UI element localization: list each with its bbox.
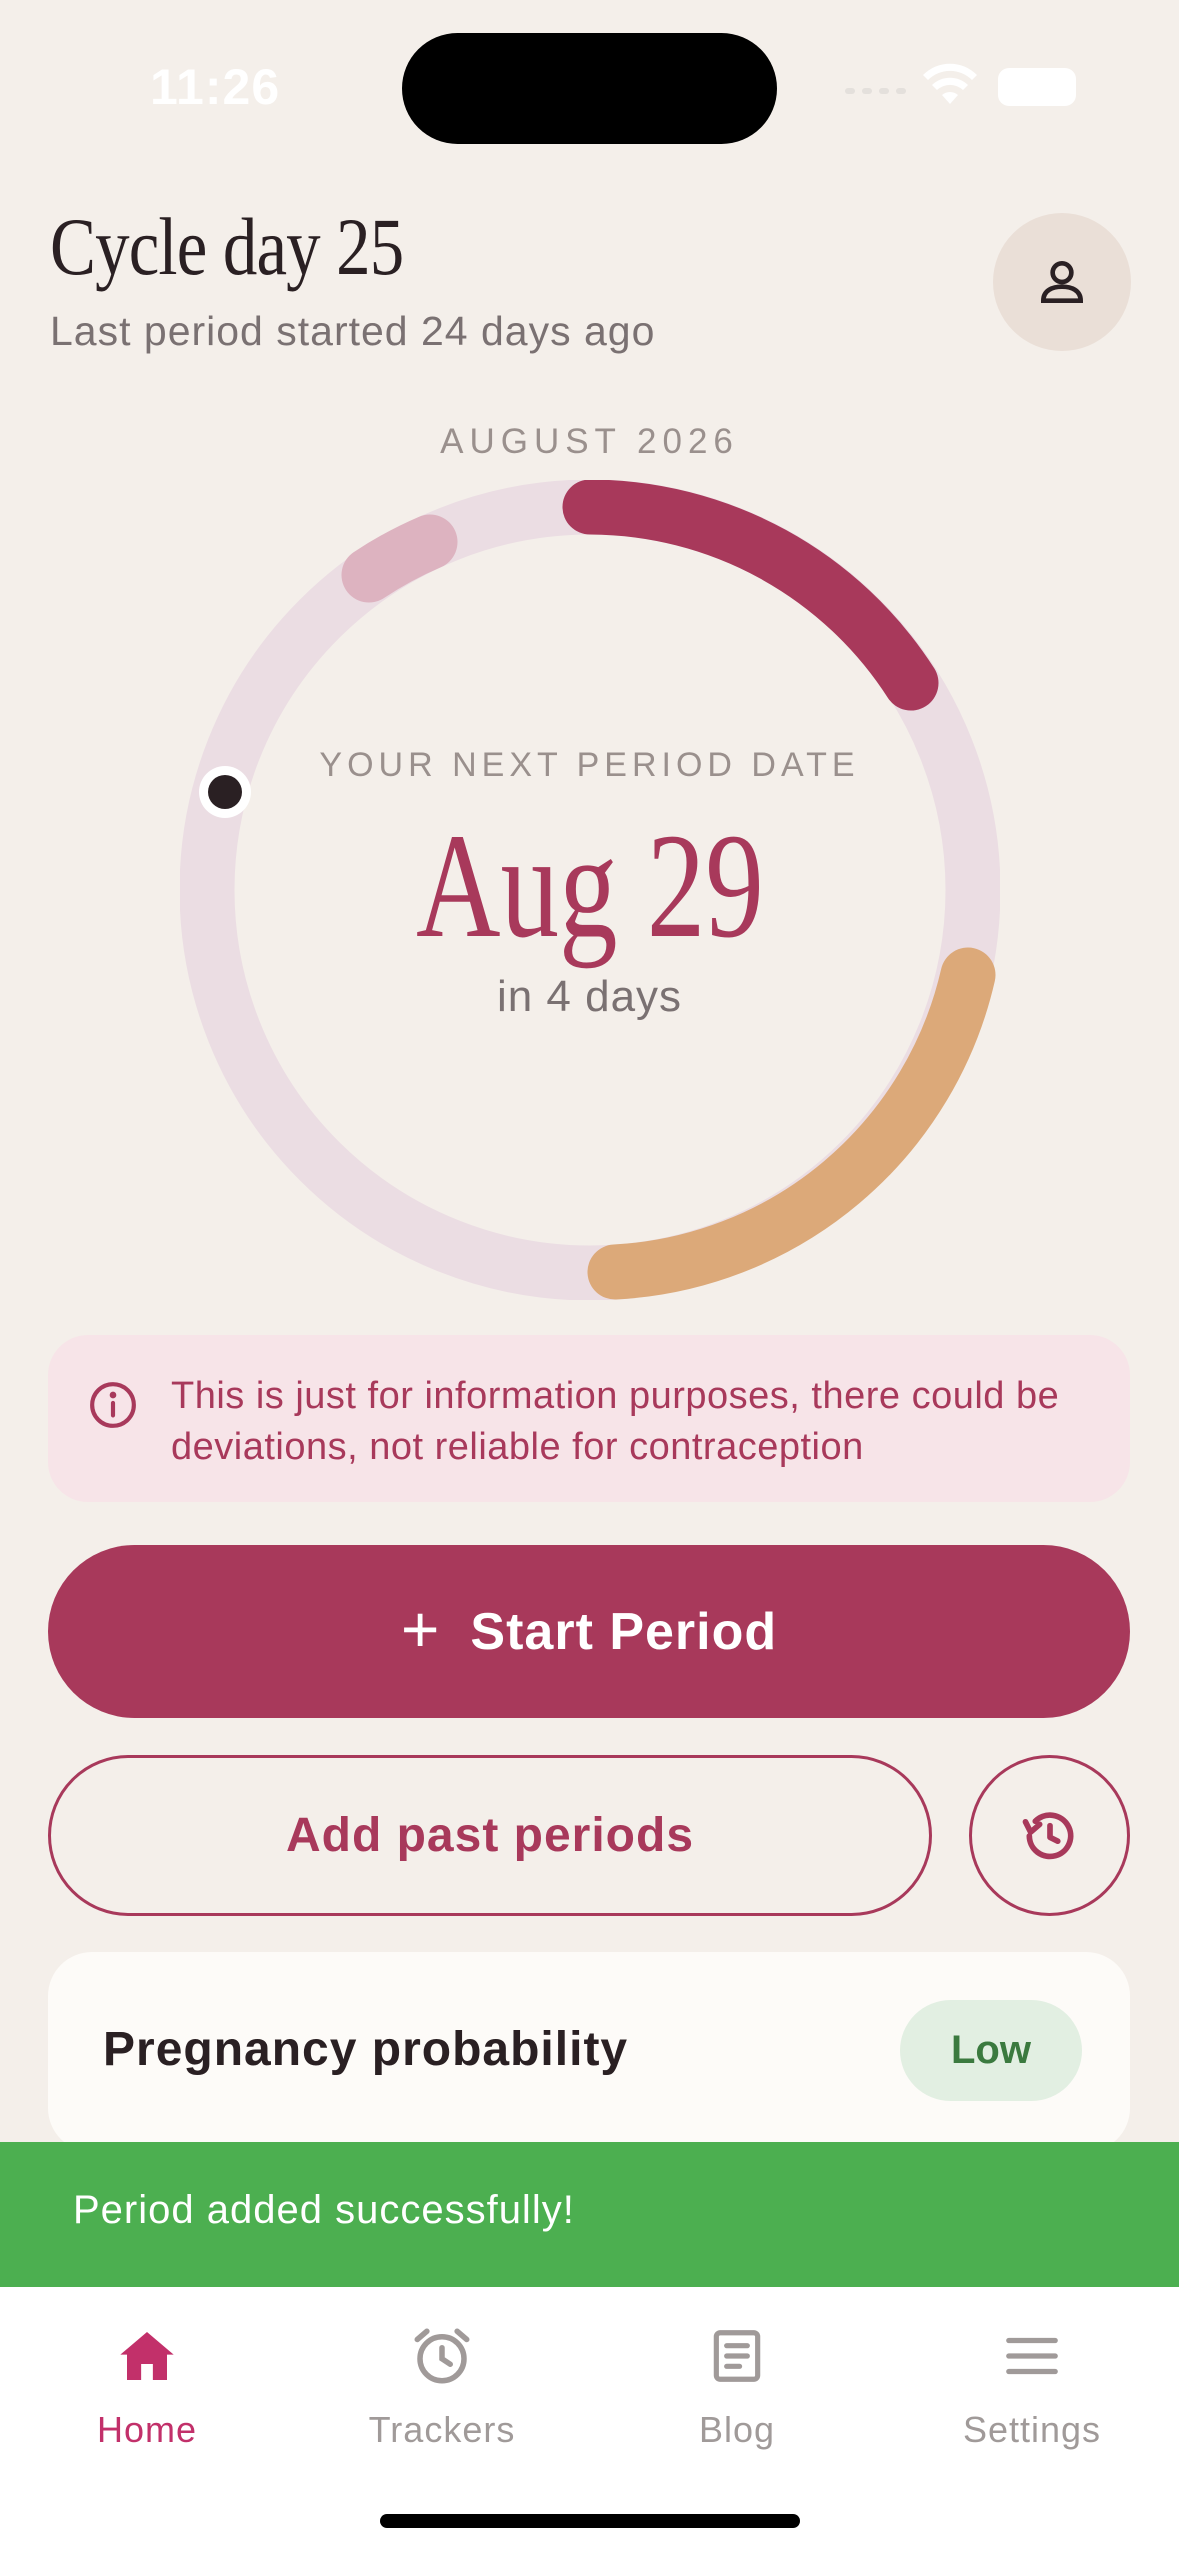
- tab-settings[interactable]: Settings: [912, 2317, 1152, 2451]
- history-button[interactable]: [969, 1755, 1130, 1916]
- add-past-periods-label: Add past periods: [285, 1809, 695, 1862]
- days-until-period: in 4 days: [496, 972, 683, 1021]
- info-icon: [90, 1382, 136, 1428]
- pregnancy-probability-title: Pregnancy probability: [103, 2023, 629, 2076]
- past-period-arc: [341, 514, 458, 603]
- menu-icon: [1006, 2337, 1058, 2375]
- tab-blog[interactable]: Blog: [617, 2317, 857, 2451]
- disclaimer-banner: This is just for information purposes, t…: [48, 1335, 1130, 1502]
- article-icon: [713, 2330, 761, 2382]
- next-period-date: Aug 29: [415, 803, 764, 969]
- tab-settings-label: Settings: [962, 2409, 1102, 2450]
- alarm-clock-icon: [414, 2328, 470, 2384]
- period-arc: [562, 480, 939, 711]
- start-period-label: Start Period: [470, 1602, 778, 1661]
- tab-blog-label: Blog: [698, 2409, 776, 2450]
- month-label: AUGUST 2026: [440, 422, 739, 461]
- status-time: 11:26: [150, 59, 281, 115]
- probability-badge: Low: [900, 2000, 1082, 2101]
- last-period-subtitle: Last period started 24 days ago: [50, 308, 656, 354]
- home-icon: [120, 2332, 174, 2380]
- pregnancy-probability-card[interactable]: Pregnancy probability Low: [48, 1952, 1130, 2152]
- tab-trackers[interactable]: Trackers: [322, 2317, 562, 2451]
- plus-icon: +: [400, 1591, 441, 1666]
- tab-home-label: Home: [96, 2409, 198, 2450]
- wifi-icon: [923, 63, 977, 104]
- history-icon: [1022, 1811, 1073, 1859]
- page-title: Cycle day 25: [50, 201, 404, 292]
- success-toast: Period added successfully!: [0, 2142, 1179, 2287]
- home-indicator: [380, 2514, 800, 2528]
- dynamic-island: [402, 33, 777, 144]
- tab-trackers-label: Trackers: [368, 2409, 516, 2450]
- toast-message: Period added successfully!: [73, 2188, 575, 2232]
- person-icon: [1040, 261, 1084, 303]
- status-bar: 11:26: [0, 0, 1179, 170]
- add-past-periods-button[interactable]: Add past periods: [48, 1755, 932, 1916]
- battery-icon: [998, 68, 1076, 106]
- tab-home[interactable]: Home: [27, 2317, 267, 2451]
- next-period-label: YOUR NEXT PERIOD DATE: [319, 746, 860, 784]
- disclaimer-text: This is just for information purposes, t…: [171, 1375, 1060, 1468]
- start-period-button[interactable]: + Start Period: [48, 1545, 1130, 1718]
- profile-button[interactable]: [993, 213, 1131, 351]
- cellular-signal-icon: [845, 88, 906, 94]
